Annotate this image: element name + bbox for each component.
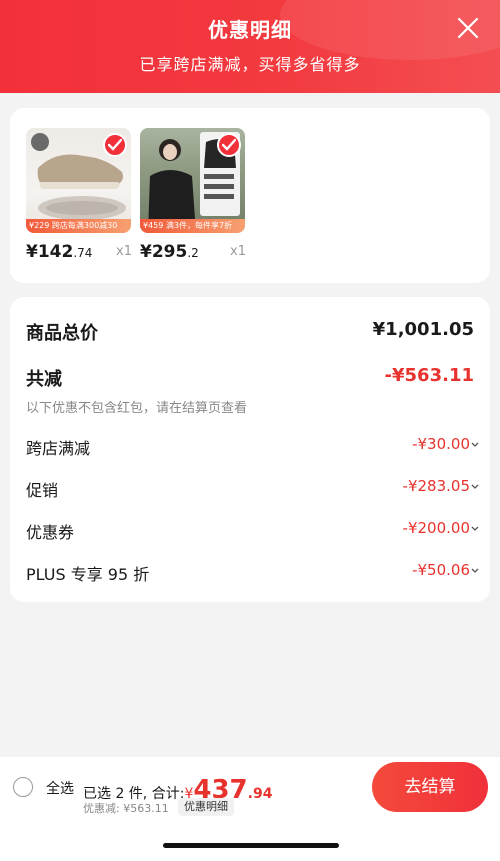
discount-detail-button[interactable]: 优惠明细 [178,798,234,816]
product-item[interactable]: ¥229 跨店每满300减30 ¥142.74 x1 [26,128,132,262]
page-title: 优惠明细 [208,18,292,42]
product-banner: ¥229 跨店每满300减30 [26,219,131,233]
chevron-down-icon [471,484,479,489]
home-indicator [163,843,339,848]
discount-note: 以下优惠不包含红包，请在结算页查看 [26,401,248,416]
product-price: ¥142.74 [26,242,93,262]
discount-label: PLUS 专享 95 折 [26,565,150,584]
total-reduction-label: 共减 [26,369,62,390]
chevron-down-icon [471,568,479,573]
header: 优惠明细 已享跨店满减，买得多省得多 [0,0,500,93]
product-image: ¥459 满3件，每件享7折 [140,128,245,233]
product-image: ¥229 跨店每满300减30 [26,128,131,233]
product-price: ¥295.2 [140,242,199,262]
discount-label: 优惠券 [26,523,75,542]
total-price-amount: ¥1,001.05 [372,319,474,340]
checkout-bar: 全选 已选 2 件, 合计:¥437.94 优惠减: ¥563.11 优惠明细 … [0,757,500,861]
check-icon [108,139,122,151]
chevron-down-icon [471,526,479,531]
close-button[interactable] [456,16,480,40]
product-quantity: x1 [230,244,246,259]
selected-check [217,133,241,157]
discount-breakdown-card: 商品总价 ¥1,001.05 共减 -¥563.11 以下优惠不包含红包，请在结… [10,297,490,602]
product-banner: ¥459 满3件，每件享7折 [140,219,245,233]
chevron-down-icon [471,442,479,447]
close-icon [457,17,479,39]
discount-amount: -¥200.00 [402,519,470,537]
discount-amount: -¥50.06 [412,561,470,579]
checkout-button[interactable]: 去结算 [372,762,488,812]
select-all-label[interactable]: 全选 [46,778,74,798]
product-item[interactable]: ¥459 满3件，每件享7折 ¥295.2 x1 [140,128,246,262]
discount-amount: -¥30.00 [412,435,470,453]
discount-amount: -¥283.05 [402,477,470,495]
check-icon [222,139,236,151]
total-reduction-amount: -¥563.11 [384,365,474,386]
product-quantity: x1 [116,244,132,259]
product-card: ¥229 跨店每满300减30 ¥142.74 x1 ¥459 满3件，每件享7 [10,108,490,283]
total-price-label: 商品总价 [26,323,98,344]
saved-amount: 优惠减: ¥563.11 [83,802,169,815]
select-all-radio[interactable] [13,777,33,797]
discount-label: 跨店满减 [26,439,91,458]
page-subtitle: 已享跨店满减，买得多省得多 [139,55,361,74]
selected-check [103,133,127,157]
discount-label: 促销 [26,481,59,500]
